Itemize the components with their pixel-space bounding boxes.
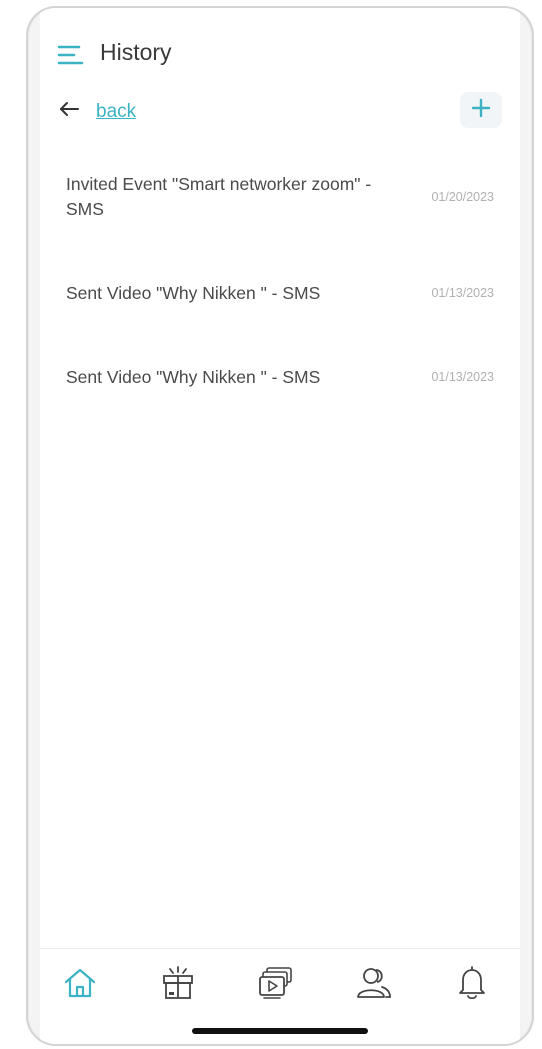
history-item-text: Sent Video "Why Nikken " - SMS: [66, 283, 321, 303]
bell-icon: [455, 965, 489, 1006]
users-icon: [355, 966, 393, 1005]
back-link[interactable]: back: [96, 101, 136, 123]
list-item[interactable]: Invited Event "Smart networker zoom" - S…: [40, 158, 520, 258]
arrow-left-icon[interactable]: [58, 98, 80, 124]
history-item-date: 01/13/2023: [431, 370, 494, 384]
nav-contacts[interactable]: [352, 965, 396, 1005]
plus-icon: [471, 98, 491, 123]
bottom-navigation: [40, 948, 520, 1044]
home-icon: [62, 966, 98, 1005]
history-item-date: 01/20/2023: [431, 190, 494, 204]
menu-icon[interactable]: [56, 42, 86, 68]
list-item[interactable]: Sent Video "Why Nikken " - SMS 01/13/202…: [40, 258, 520, 342]
history-item-text: Invited Event "Smart networker zoom" - S…: [66, 174, 372, 219]
header: History: [40, 8, 520, 98]
page-title: History: [100, 39, 172, 65]
history-list: Invited Event "Smart networker zoom" - S…: [40, 158, 520, 426]
app-screen: History back Invited Event "Smart networ…: [40, 8, 520, 1044]
nav-home[interactable]: [58, 965, 102, 1005]
history-item-date: 01/13/2023: [431, 286, 494, 300]
history-item-text: Sent Video "Why Nikken " - SMS: [66, 367, 321, 387]
home-indicator: [192, 1028, 368, 1034]
list-item[interactable]: Sent Video "Why Nikken " - SMS 01/13/202…: [40, 342, 520, 426]
phone-frame: History back Invited Event "Smart networ…: [26, 6, 534, 1046]
nav-videos[interactable]: [254, 965, 298, 1005]
nav-notifications[interactable]: [450, 965, 494, 1005]
add-button[interactable]: [460, 92, 502, 128]
gift-icon: [160, 965, 196, 1006]
nav-gift[interactable]: [156, 965, 200, 1005]
video-library-icon: [257, 966, 295, 1005]
